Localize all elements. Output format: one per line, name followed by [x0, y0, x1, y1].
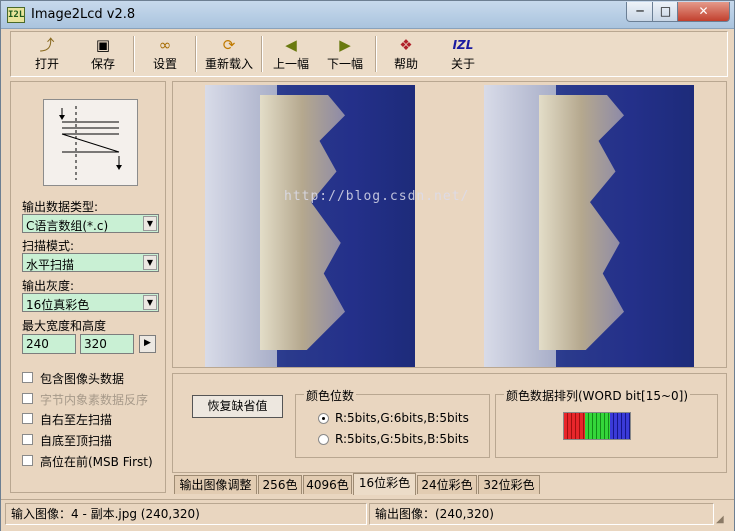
maximize-button[interactable]: □ [652, 2, 679, 22]
apply-size-button[interactable]: ▶ [139, 335, 156, 353]
output-image-preview [484, 85, 694, 367]
save-button[interactable]: ▣ 保存 [75, 35, 131, 73]
input-image-status: 输入图像：4 - 副本.jpg (240,320) [5, 503, 367, 525]
checkbox-label: 字节内象素数据反序 [40, 393, 149, 407]
toolbar-separator [375, 36, 377, 72]
next-image-label: 下一幅 [326, 57, 363, 71]
settings-label: 设置 [152, 57, 177, 71]
about-label: 关于 [450, 57, 475, 71]
open-folder-icon: ⤴ [39, 36, 55, 54]
image-preview-panel [172, 81, 727, 368]
resize-grip-icon[interactable]: ◢ [716, 514, 730, 528]
toolbar: ⤴ 打开 ▣ 保存 ∞ 设置 ⟳ 重新载入 ◀ 上一幅 ▶ 下一幅 ❖ 帮助 I… [10, 31, 728, 77]
gray-level-label: 输出灰度: [22, 279, 75, 293]
prev-image-label: 上一幅 [272, 57, 309, 71]
arrow-right-icon: ▶ [339, 36, 351, 54]
checkbox-label: 包含图像头数据 [40, 372, 125, 386]
color-bits-title: 颜色位数 [304, 387, 357, 404]
output-type-value: C语言数组(*.c) [26, 219, 109, 233]
max-width-input[interactable]: 240 [22, 334, 76, 354]
help-book-icon: ❖ [399, 36, 413, 54]
checkbox-box [22, 372, 33, 383]
toolbar-separator [195, 36, 197, 72]
settings-panel: 输出数据类型: C语言数组(*.c) ▼ 扫描模式: 水平扫描 ▼ 输出灰度: … [10, 81, 166, 493]
scan-mode-value: 水平扫描 [26, 258, 75, 272]
reload-icon: ⟳ [222, 36, 236, 54]
reload-label: 重新载入 [204, 57, 253, 71]
close-button[interactable]: ✕ [677, 2, 730, 22]
output-image-status: 输出图像：(240,320) [369, 503, 714, 525]
watermark-text: http://blog.csdn.net/ [284, 189, 470, 204]
iceberg-area [260, 95, 345, 350]
checkbox-label: 自底至顶扫描 [40, 434, 113, 448]
window-title: Image2Lcd v2.8 [31, 7, 136, 22]
chevron-down-icon[interactable]: ▼ [143, 255, 157, 270]
radio-565-label: R:5bits,G:6bits,B:5bits [335, 411, 469, 425]
tab-256-colors[interactable]: 256色 [258, 475, 302, 494]
radio-dot [318, 413, 329, 424]
color-arrangement-title: 颜色数据排列(WORD bit[15~0]) [504, 387, 691, 404]
about-logo-icon: IZL [452, 38, 474, 52]
reload-button[interactable]: ⟳ 重新载入 [199, 35, 259, 73]
help-button[interactable]: ❖ 帮助 [381, 35, 431, 73]
toolbar-separator [133, 36, 135, 72]
checkbox-box [22, 413, 33, 424]
status-bar: 输入图像：4 - 副本.jpg (240,320) 输出图像：(240,320)… [1, 499, 734, 531]
scan-diagram-icon [59, 106, 122, 180]
checkbox-box [22, 393, 33, 404]
radio-555-label: R:5bits,G:5bits,B:5bits [335, 432, 469, 446]
checkbox-box [22, 434, 33, 445]
tab-4096-colors[interactable]: 4096色 [303, 475, 352, 494]
scan-direction-diagram [43, 99, 138, 186]
checkbox-label: 自右至左扫描 [40, 413, 113, 427]
color-bit-swatch [563, 412, 631, 440]
chevron-down-icon[interactable]: ▼ [143, 295, 157, 310]
chevron-down-icon[interactable]: ▼ [143, 216, 157, 231]
radio-dot [318, 434, 329, 445]
red-bits [564, 413, 585, 439]
iceberg-area [539, 95, 624, 350]
save-disk-icon: ▣ [95, 36, 111, 54]
minimize-button[interactable]: ─ [626, 2, 654, 22]
arrow-left-icon: ◀ [285, 36, 297, 54]
settings-glasses-icon: ∞ [158, 36, 172, 54]
next-image-button[interactable]: ▶ 下一幅 [319, 35, 371, 73]
open-label: 打开 [34, 57, 59, 71]
about-button[interactable]: IZL 关于 [435, 35, 491, 73]
checkbox-label: 高位在前(MSB First) [40, 455, 153, 469]
output-type-select[interactable]: C语言数组(*.c) ▼ [22, 214, 159, 233]
app-window: I2L Image2Lcd v2.8 ─ □ ✕ ⤴ 打开 ▣ 保存 ∞ 设置 … [0, 0, 735, 531]
scan-mode-label: 扫描模式: [22, 239, 75, 253]
color-bits-group: 颜色位数 R:5bits,G:6bits,B:5bits R:5bits,G:5… [295, 387, 490, 458]
blue-bits [610, 413, 630, 439]
help-label: 帮助 [393, 57, 418, 71]
restore-defaults-button[interactable]: 恢复缺省值 [192, 395, 283, 418]
tab-32bit-color[interactable]: 32位彩色 [478, 475, 540, 494]
input-image-preview [205, 85, 415, 367]
scan-mode-select[interactable]: 水平扫描 ▼ [22, 253, 159, 272]
tab-16bit-color[interactable]: 16位彩色 [353, 473, 416, 495]
adjust-panel: 恢复缺省值 颜色位数 R:5bits,G:6bits,B:5bits R:5bi… [172, 373, 727, 473]
open-button[interactable]: ⤴ 打开 [19, 35, 75, 73]
green-bits [585, 413, 610, 439]
title-bar: I2L Image2Lcd v2.8 ─ □ ✕ [1, 1, 734, 29]
gray-level-select[interactable]: 16位真彩色 ▼ [22, 293, 159, 312]
checkbox-box [22, 455, 33, 466]
app-icon: I2L [7, 7, 25, 23]
output-type-label: 输出数据类型: [22, 200, 99, 214]
tab-output-adjust[interactable]: 输出图像调整 [174, 475, 257, 494]
color-arrangement-group: 颜色数据排列(WORD bit[15~0]) [495, 387, 718, 458]
settings-button[interactable]: ∞ 设置 [137, 35, 193, 73]
tab-24bit-color[interactable]: 24位彩色 [417, 475, 477, 494]
toolbar-separator [261, 36, 263, 72]
max-size-label: 最大宽度和高度 [22, 319, 107, 333]
prev-image-button[interactable]: ◀ 上一幅 [265, 35, 317, 73]
gray-level-value: 16位真彩色 [26, 298, 90, 312]
max-height-input[interactable]: 320 [80, 334, 134, 354]
save-label: 保存 [90, 57, 115, 71]
